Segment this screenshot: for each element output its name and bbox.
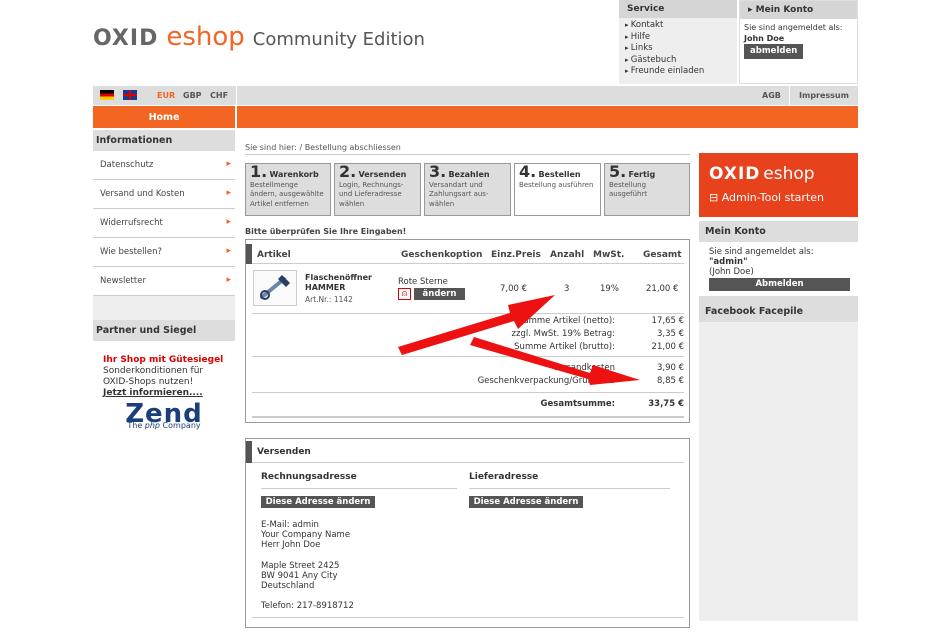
step-versenden[interactable]: 2. Versenden Login, Rechnungs- und Liefe… (334, 163, 421, 216)
service-link-invite[interactable]: Freunde einladen (625, 66, 731, 78)
step-fertig: 5. Fertig Bestellung ausgeführt (604, 163, 690, 216)
address-line: Herr John Doe (261, 540, 321, 551)
delivery-change-button[interactable]: Diese Adresse ändern (469, 496, 583, 508)
seal-text-2: OXID-Shops nutzen! (103, 377, 194, 387)
service-link-guestbook[interactable]: Gästebuch (625, 55, 731, 67)
address-line: Deutschland (261, 581, 315, 592)
panel-accent (246, 441, 252, 463)
annotation-arrows (398, 295, 640, 385)
currency-chf[interactable]: CHF (210, 91, 228, 100)
hammer-opener-icon (260, 275, 290, 300)
arrow-to-gift-wrap (470, 337, 640, 385)
logo-oxid: OXID (93, 26, 159, 51)
divider (252, 462, 684, 463)
service-link-hilfe[interactable]: Hilfe (625, 32, 731, 44)
account-title: ▸ Mein Konto (740, 1, 857, 19)
konto-user-name: (John Doe) (709, 267, 754, 277)
banner-admin-tool: ⊟ Admin-Tool starten (709, 191, 824, 204)
grand-total-label: Gesamtsumme: (540, 399, 615, 409)
info-title: Informationen (93, 130, 235, 151)
service-link-links[interactable]: Links (625, 43, 731, 55)
logged-in-user: John Doe (744, 34, 785, 43)
home-label: Home (148, 112, 180, 123)
divider (252, 617, 684, 618)
service-title: Service (619, 0, 737, 18)
impressum-link[interactable]: Impressum (799, 91, 849, 100)
col-gesamt: Gesamt (643, 250, 682, 260)
delivery-title: Lieferadresse (469, 472, 539, 482)
col-mwst: MwSt. (593, 250, 625, 260)
address-line: Your Company Name (261, 530, 351, 541)
sidebar-item-newsletter[interactable]: Newsletter (93, 267, 235, 296)
service-box: Service Kontakt Hilfe Links Gästebuch Fr… (619, 0, 737, 84)
col-geschenk: Geschenkoption (401, 250, 483, 260)
versenden-title: Versenden (257, 447, 311, 457)
seal-link[interactable]: Jetzt informieren.... (103, 388, 225, 399)
nav-bar (237, 106, 858, 128)
breadcrumb: Sie sind hier: / Bestellung abschliessen (245, 143, 401, 152)
agb-link[interactable]: AGB (762, 91, 781, 100)
shop-logo[interactable]: OXID eshop Community Edition (93, 22, 425, 52)
account-box-top: ▸ Mein Konto Sie sind angemeldet als: Jo… (739, 0, 858, 84)
grand-total-value: 33,75 € (648, 399, 684, 409)
product-artnr: Art.Nr.: 1142 (305, 295, 353, 304)
divider (252, 416, 684, 418)
uk-flag-icon[interactable] (123, 90, 137, 100)
address-line: E-Mail: admin (261, 520, 319, 530)
konto-logout-button[interactable]: Abmelden (709, 278, 850, 291)
konto-title: Mein Konto (699, 221, 858, 242)
col-anzahl: Anzahl (550, 250, 585, 260)
product-name[interactable]: Flaschenöffner HAMMER (305, 273, 390, 293)
service-link-kontakt[interactable]: Kontakt (625, 20, 731, 32)
logo-edition: Community Edition (252, 29, 425, 50)
sidebar-item-datenschutz[interactable]: Datenschutz (93, 151, 235, 180)
step-bestellen: 4. Bestellen Bestellung ausführen (514, 163, 601, 216)
divider (245, 154, 690, 155)
currency-eur[interactable]: EUR (157, 91, 175, 100)
step-bezahlen[interactable]: 3. Bezahlen Versandart und Zahlungsart a… (424, 163, 511, 216)
top-bar (93, 86, 858, 105)
partner-title: Partner und Siegel (93, 320, 235, 341)
divider (236, 86, 237, 105)
seal-title[interactable]: Ihr Shop mit Gütesiegel (103, 355, 225, 366)
product-thumbnail[interactable] (253, 270, 297, 306)
sidebar-item-versand[interactable]: Versand und Kosten (93, 180, 235, 209)
col-artikel: Artikel (257, 250, 291, 260)
right-sidebar: Mein Konto Sie sind angemeldet als: "adm… (699, 221, 858, 621)
divider (789, 86, 790, 105)
step-warenkorb[interactable]: 1. Warenkorb Bestellmenge ändern, ausgew… (245, 163, 331, 216)
admin-banner[interactable]: OXID eshop ⊟ Admin-Tool starten (699, 153, 858, 217)
sidebar-item-wie-bestellen[interactable]: Wie bestellen? (93, 238, 235, 267)
billing-address: E-Mail: admin Your Company Name Herr Joh… (261, 520, 354, 611)
banner-oxid: OXID (709, 164, 761, 184)
logo-eshop: eshop (166, 22, 245, 52)
logged-in-label: Sie sind angemeldet als: (744, 23, 843, 32)
divider (252, 263, 684, 264)
billing-change-button[interactable]: Diese Adresse ändern (261, 496, 375, 508)
konto-user: "admin" (709, 257, 748, 267)
col-einzelpreis: Einz.Preis (491, 250, 541, 260)
home-tab[interactable]: Home (93, 106, 235, 128)
facebook-title: Facebook Facepile (699, 296, 858, 322)
seal-text-1: Sonderkonditionen für (103, 366, 204, 376)
address-line: Telefon: 217-8918712 (261, 601, 354, 612)
konto-logged-in: Sie sind angemeldet als: (709, 247, 814, 257)
banner-eshop: eshop (763, 164, 815, 184)
zend-logo[interactable]: Zend The php Company (103, 399, 225, 431)
divider (469, 488, 670, 489)
divider (261, 488, 457, 489)
address-line: Maple Street 2425 (261, 560, 340, 571)
zend-logo-text: Zend (125, 399, 203, 429)
zend-tagline: The php Company (127, 421, 201, 430)
currency-gbp[interactable]: GBP (183, 91, 202, 100)
german-flag-icon[interactable] (100, 90, 114, 100)
sidebar-item-widerruf[interactable]: Widerrufsrecht (93, 209, 235, 238)
left-sidebar: Informationen Datenschutz Versand und Ko… (93, 130, 235, 641)
divider (252, 392, 684, 393)
logout-button[interactable]: abmelden (744, 44, 804, 59)
billing-title: Rechnungsadresse (261, 472, 357, 482)
address-line: BW 9041 Any City (261, 570, 338, 581)
panel-accent (246, 244, 252, 264)
check-note: Bitte überprüfen Sie Ihre Eingaben! (245, 227, 407, 236)
